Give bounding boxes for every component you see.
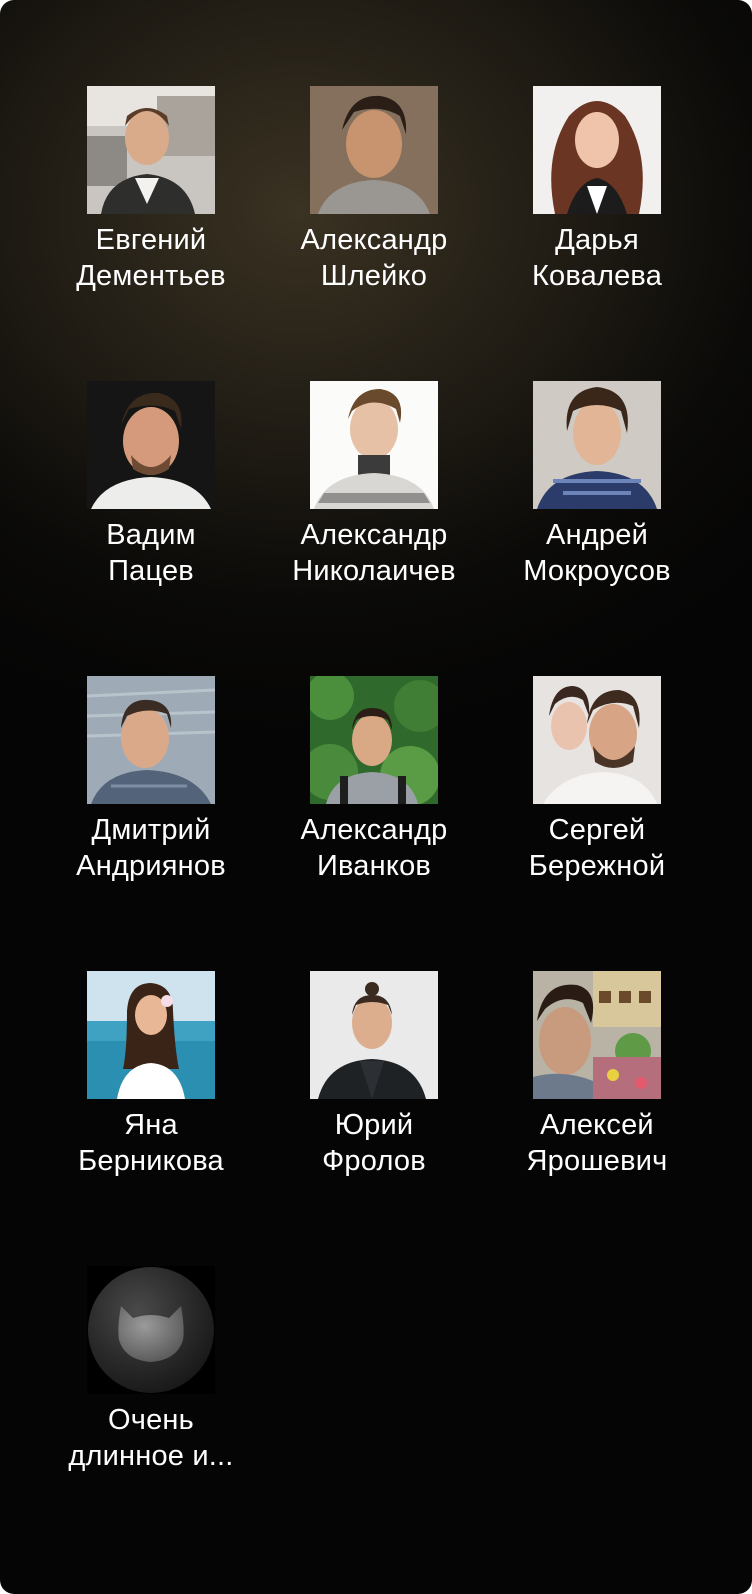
contact-name: Вадим Пацев (39, 517, 263, 589)
contact-tile[interactable]: Вадим Пацев (39, 381, 263, 621)
contact-photo (533, 86, 661, 214)
contact-first-name: Сергей (548, 814, 646, 846)
contact-last-name: Бережной (528, 850, 666, 882)
contacts-panel: Евгений Дементьев Александр Шлейко Дарья… (0, 0, 752, 1594)
contact-tile[interactable]: Яна Берникова (39, 971, 263, 1211)
contact-first-name: Дмитрий (91, 814, 211, 846)
contact-tile[interactable]: Евгений Дементьев (39, 86, 263, 326)
contact-photo (533, 971, 661, 1099)
contact-last-name: Дементьев (76, 260, 226, 292)
contact-tile[interactable]: Сергей Бережной (485, 676, 709, 916)
contact-tile[interactable]: Алексей Ярошевич (485, 971, 709, 1211)
contact-name: Сергей Бережной (485, 812, 709, 884)
contact-last-name: Шлейко (320, 260, 428, 292)
contact-first-name: Александр (300, 519, 448, 551)
contact-tile[interactable]: Очень длинное и... (39, 1266, 263, 1506)
contact-photo (533, 381, 661, 509)
contact-last-name: длинное и... (68, 1440, 234, 1472)
contact-name: Евгений Дементьев (39, 222, 263, 294)
contact-last-name: Берникова (78, 1145, 224, 1177)
contact-first-name: Евгений (95, 224, 207, 256)
contact-first-name: Яна (124, 1109, 178, 1141)
contact-name: Александр Николаичев (262, 517, 486, 589)
contact-name: Дарья Ковалева (485, 222, 709, 294)
contact-first-name: Александр (300, 814, 448, 846)
contact-last-name: Ярошевич (526, 1145, 668, 1177)
contact-first-name: Очень (108, 1404, 194, 1436)
contact-last-name: Ковалева (531, 260, 663, 292)
contact-name: Очень длинное и... (39, 1402, 263, 1474)
contact-last-name: Пацев (108, 555, 194, 587)
contact-photo (87, 676, 215, 804)
contact-first-name: Алексей (540, 1109, 654, 1141)
contact-tile[interactable]: Дмитрий Андриянов (39, 676, 263, 916)
contact-tile[interactable]: Юрий Фролов (262, 971, 486, 1211)
contact-name: Александр Шлейко (262, 222, 486, 294)
contact-last-name: Николаичев (292, 555, 456, 587)
contact-photo (310, 381, 438, 509)
contact-tile[interactable]: Дарья Ковалева (485, 86, 709, 326)
contact-first-name: Александр (300, 224, 448, 256)
contact-name: Александр Иванков (262, 812, 486, 884)
contact-name: Юрий Фролов (262, 1107, 486, 1179)
contact-photo (87, 86, 215, 214)
contact-photo (533, 676, 661, 804)
contact-first-name: Вадим (106, 519, 196, 551)
contact-last-name: Андриянов (76, 850, 226, 882)
contact-photo (87, 381, 215, 509)
contact-last-name: Фролов (322, 1145, 426, 1177)
contact-name: Андрей Мокроусов (485, 517, 709, 589)
contact-name: Дмитрий Андриянов (39, 812, 263, 884)
contact-first-name: Юрий (334, 1109, 414, 1141)
contact-first-name: Дарья (555, 224, 639, 256)
contact-name: Яна Берникова (39, 1107, 263, 1179)
contact-name: Алексей Ярошевич (485, 1107, 709, 1179)
contact-last-name: Мокроусов (523, 555, 671, 587)
contact-photo (310, 676, 438, 804)
default-avatar (87, 1266, 215, 1394)
contact-tile[interactable]: Александр Николаичев (262, 381, 486, 621)
contact-tile[interactable]: Александр Шлейко (262, 86, 486, 326)
contact-first-name: Андрей (546, 519, 648, 551)
contact-photo (87, 971, 215, 1099)
contact-photo (310, 86, 438, 214)
contact-tile[interactable]: Александр Иванков (262, 676, 486, 916)
contact-photo (310, 971, 438, 1099)
contact-tile[interactable]: Андрей Мокроусов (485, 381, 709, 621)
contact-last-name: Иванков (316, 850, 432, 882)
